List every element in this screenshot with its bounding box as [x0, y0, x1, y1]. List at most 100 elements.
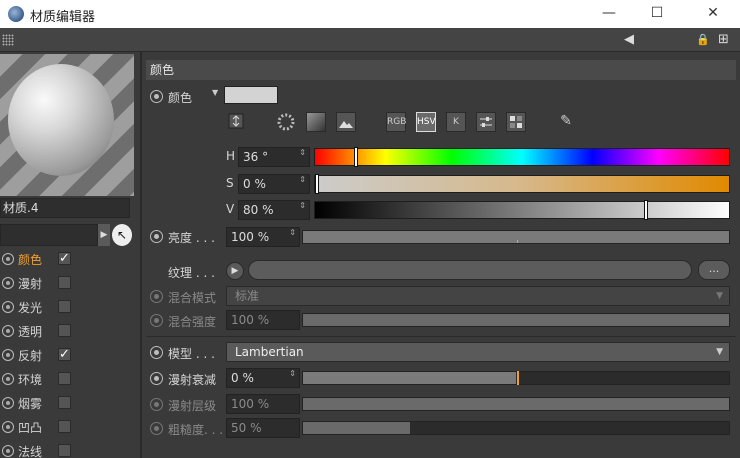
roughness-slider-fill	[303, 422, 410, 434]
blend-mode-value: 标准	[235, 289, 260, 303]
channel-label: 发光	[18, 301, 43, 315]
material-name-field[interactable]: 材质.4	[0, 198, 130, 218]
saturation-field[interactable]: 0 % ⇕	[238, 174, 310, 194]
diffuse-falloff-radio[interactable]	[150, 372, 163, 385]
channel-radio[interactable]	[2, 301, 14, 313]
channel-label: 法线	[18, 445, 43, 458]
close-button[interactable]: ✕	[690, 0, 736, 28]
hue-marker[interactable]	[354, 147, 359, 167]
kelvin-mode-button[interactable]: K	[446, 112, 466, 132]
new-window-icon[interactable]: ⊞	[718, 32, 729, 48]
color-swatch[interactable]	[224, 86, 278, 104]
saturation-gradient[interactable]	[314, 174, 730, 194]
model-select[interactable]: Lambertian ▼	[226, 342, 730, 362]
roughness-slider[interactable]	[302, 421, 730, 435]
blend-strength-slider-fill	[303, 314, 729, 326]
channel-radio[interactable]	[2, 349, 14, 361]
saturation-spin-icon[interactable]: ⇕	[299, 176, 306, 184]
material-preview[interactable]	[0, 54, 134, 196]
diffuse-level-radio[interactable]	[150, 398, 163, 411]
diffuse-falloff-slider[interactable]	[302, 371, 730, 385]
texture-field[interactable]	[248, 260, 692, 280]
brightness-slider[interactable]	[302, 230, 730, 244]
channel-checkbox[interactable]	[58, 372, 71, 385]
diffuse-level-field[interactable]: 100 %	[226, 394, 300, 414]
texture-play-icon[interactable]: ▶	[226, 262, 244, 280]
channel-radio[interactable]	[2, 397, 14, 409]
blend-strength-slider[interactable]	[302, 313, 730, 327]
channel-item[interactable]: 颜色 ✓	[0, 248, 140, 270]
channel-radio[interactable]	[2, 277, 14, 289]
channel-checkbox[interactable]: ✓	[58, 348, 71, 361]
rgb-mode-button[interactable]: RGB	[386, 112, 406, 132]
section-separator	[146, 336, 736, 337]
blend-mode-radio[interactable]	[150, 290, 163, 303]
eyedropper-icon[interactable]: ✎	[556, 112, 576, 132]
value-marker[interactable]	[644, 200, 649, 220]
model-radio[interactable]	[150, 346, 163, 359]
channel-checkbox[interactable]	[58, 444, 71, 457]
channel-item[interactable]: 反射 ✓	[0, 344, 140, 366]
saturation-marker[interactable]	[315, 174, 319, 194]
app-logo-icon	[8, 6, 24, 22]
blend-strength-radio[interactable]	[150, 314, 163, 327]
value-spin-icon[interactable]: ⇕	[299, 202, 306, 210]
lock-icon[interactable]: 🔒	[696, 32, 710, 48]
channel-item[interactable]: 透明	[0, 320, 140, 342]
channel-item[interactable]: 发光	[0, 296, 140, 318]
value-field[interactable]: 80 % ⇕	[238, 200, 310, 220]
diffuse-level-slider[interactable]	[302, 397, 730, 411]
material-combo[interactable]	[0, 224, 98, 246]
hsv-mode-button[interactable]: HSV	[416, 112, 436, 132]
blend-mode-select[interactable]: 标准 ▼	[226, 286, 730, 306]
nav-back-icon[interactable]: ◀	[624, 32, 634, 48]
channel-item[interactable]: 凹凸	[0, 416, 140, 438]
hue-spin-icon[interactable]: ⇕	[299, 149, 306, 157]
sliders-mode-icon[interactable]	[476, 112, 496, 132]
gradient-spectrum-icon[interactable]	[306, 112, 326, 132]
channel-item[interactable]: 环境	[0, 368, 140, 390]
channel-checkbox[interactable]: ✓	[58, 252, 71, 265]
brightness-field[interactable]: 100 % ⇕	[226, 227, 300, 247]
saturation-label: S	[226, 176, 234, 190]
grip-icon[interactable]	[2, 34, 14, 46]
color-picker-spectrum-icon[interactable]	[226, 112, 246, 132]
roughness-field[interactable]: 50 %	[226, 418, 300, 438]
channel-radio[interactable]	[2, 253, 14, 265]
texture-more-button[interactable]: ...	[698, 260, 730, 280]
blend-strength-field[interactable]: 100 %	[226, 310, 300, 330]
channel-radio[interactable]	[2, 421, 14, 433]
channel-checkbox[interactable]	[58, 420, 71, 433]
hue-field[interactable]: 36 ° ⇕	[238, 147, 310, 167]
swatches-mode-icon[interactable]	[506, 112, 526, 132]
hue-gradient[interactable]	[314, 147, 730, 167]
pick-cursor-icon[interactable]: ↖	[112, 224, 132, 246]
color-dropdown-icon[interactable]: ▼	[212, 88, 218, 97]
color-wheel-icon[interactable]	[276, 112, 296, 132]
minimize-button[interactable]: —	[586, 0, 632, 28]
channel-radio[interactable]	[2, 445, 14, 457]
image-picker-icon[interactable]	[336, 112, 356, 132]
roughness-radio[interactable]	[150, 422, 163, 435]
channel-label: 烟雾	[18, 397, 43, 411]
channel-radio[interactable]	[2, 373, 14, 385]
channel-checkbox[interactable]	[58, 396, 71, 409]
channel-checkbox[interactable]	[58, 300, 71, 313]
channel-checkbox[interactable]	[58, 276, 71, 289]
channel-item[interactable]: 烟雾	[0, 392, 140, 414]
material-combo-arrow-icon[interactable]: ▶	[98, 224, 110, 246]
brightness-radio[interactable]	[150, 230, 163, 243]
channel-checkbox[interactable]	[58, 324, 71, 337]
brightness-spin-icon[interactable]: ⇕	[289, 229, 296, 237]
blend-mode-chevron-down-icon: ▼	[716, 291, 723, 301]
color-label: 颜色	[168, 91, 193, 105]
value-gradient[interactable]	[314, 200, 730, 220]
left-panel: 材质.4 ▶ ↖ 颜色 ✓ 漫射发光透明 反射 ✓ 环境烟雾凹凸法线	[0, 52, 140, 458]
diffuse-falloff-field[interactable]: 0 % ⇕	[226, 368, 300, 388]
diffuse-falloff-spin-icon[interactable]: ⇕	[289, 370, 296, 378]
channel-radio[interactable]	[2, 325, 14, 337]
channel-item[interactable]: 漫射	[0, 272, 140, 294]
maximize-button[interactable]: ☐	[634, 0, 680, 28]
color-radio[interactable]	[150, 90, 163, 103]
channel-item[interactable]: 法线	[0, 440, 140, 458]
